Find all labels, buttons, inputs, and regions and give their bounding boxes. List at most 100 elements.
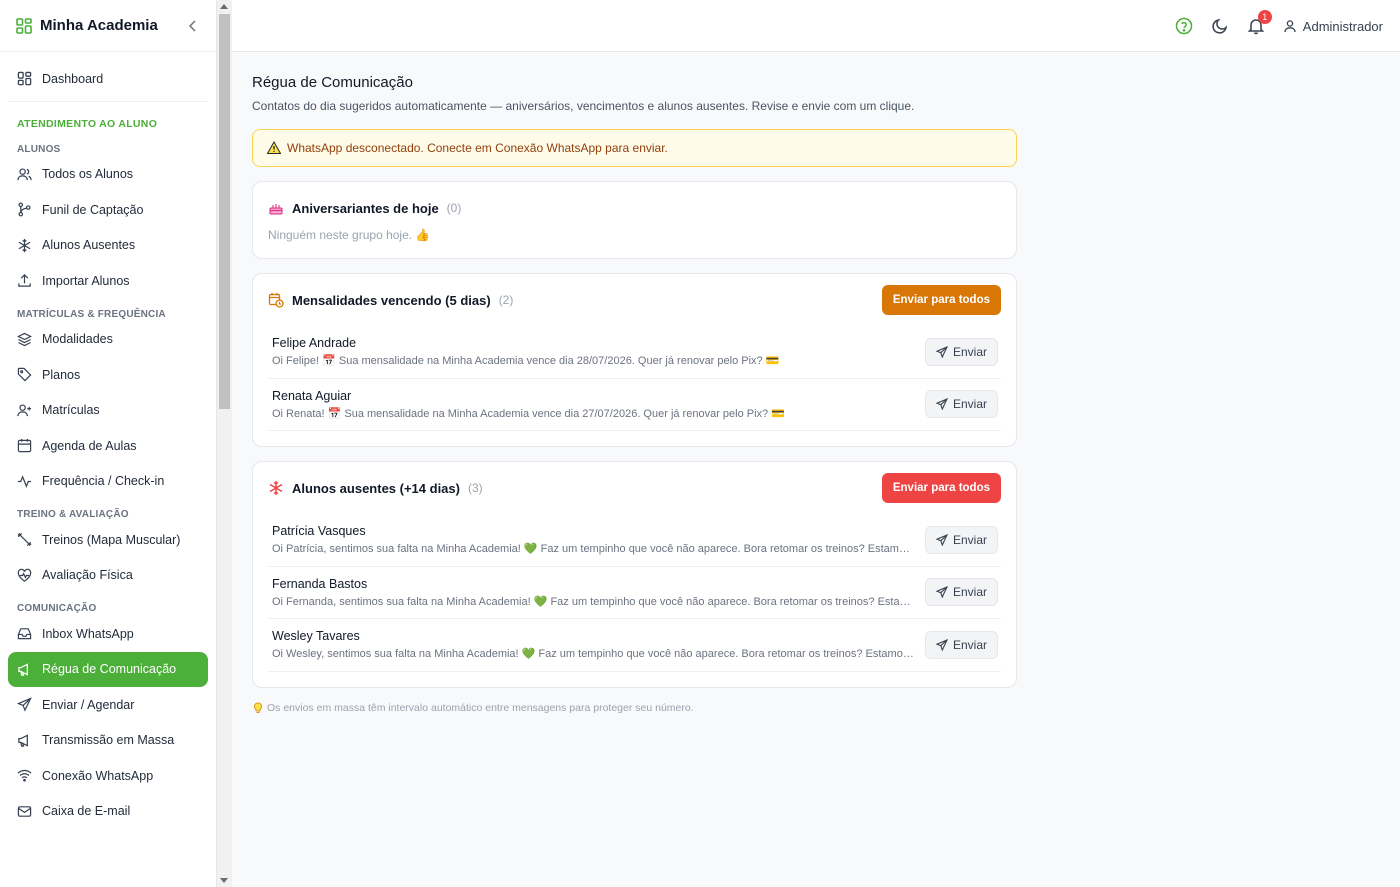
list-item: Wesley Tavares Oi Wesley, sentimos sua f… (268, 619, 1001, 672)
dues-list: Felipe Andrade Oi Felipe! 📅 Sua mensalid… (268, 326, 1001, 446)
sidebar-item-frequencia[interactable]: Frequência / Check-in (0, 464, 216, 500)
sidebar-item-label: Agenda de Aulas (42, 438, 137, 453)
lightbulb-icon (254, 702, 262, 713)
scrollbar-thumb[interactable] (219, 14, 230, 409)
send-label: Enviar (952, 585, 987, 600)
send-all-button[interactable]: Enviar para todos (881, 285, 1001, 315)
tag-icon (17, 368, 32, 382)
send-icon (935, 586, 948, 599)
sidebar-item-label: Todos os Alunos (42, 167, 134, 182)
sidebar-item-label: Matrículas (42, 403, 100, 418)
wifi-icon (17, 770, 32, 782)
card-count: (2) (498, 293, 514, 307)
calendar-clock-icon (268, 293, 284, 308)
sidebar-item-regua[interactable]: Régua de Comunicação (8, 651, 208, 687)
sidebar-item-label: Frequência / Check-in (42, 474, 165, 489)
help-circle-icon (1175, 17, 1193, 35)
sidebar-item-conexao[interactable]: Conexão WhatsApp (0, 758, 216, 794)
list-item: Renata Aguiar Oi Renata! 📅 Sua mensalida… (268, 379, 1001, 431)
help-button[interactable] (1175, 17, 1193, 35)
sidebar-item-treinos[interactable]: Treinos (Mapa Muscular) (0, 522, 216, 558)
send-icon (17, 697, 32, 712)
inbox-icon (17, 628, 32, 640)
send-button[interactable]: Enviar (924, 630, 998, 659)
sidebar-item-email[interactable]: Caixa de E-mail (0, 794, 216, 830)
snowflake-icon (269, 481, 283, 495)
card-header: Mensalidades vencendo (5 dias) (2) Envia… (268, 274, 1001, 326)
sidebar-item-enviar-agendar[interactable]: Enviar / Agendar (0, 687, 216, 723)
list-item: Felipe Andrade Oi Felipe! 📅 Sua mensalid… (268, 326, 1001, 379)
sidebar-item-label: Treinos (Mapa Muscular) (42, 532, 181, 547)
user-menu[interactable]: Administrador (1283, 19, 1383, 34)
sidebar-item-planos[interactable]: Planos (0, 357, 216, 393)
send-all-button[interactable]: Enviar para todos (881, 473, 1001, 503)
sidebar-item-label: Conexão WhatsApp (42, 768, 154, 783)
sidebar-section-heading: MATRÍCULAS & FREQUÊNCIA (17, 308, 166, 320)
send-label: Enviar (952, 532, 987, 547)
sidebar-item-importar[interactable]: Importar Alunos (0, 263, 216, 299)
app-title: Minha Academia (40, 17, 158, 34)
funnel-icon (18, 202, 31, 217)
scroll-down-arrow[interactable] (220, 878, 228, 883)
sidebar-item-avaliacao[interactable]: Avaliação Física (0, 558, 216, 594)
theme-toggle-button[interactable] (1211, 17, 1229, 35)
contact-name: Renata Aguiar (272, 388, 352, 403)
sidebar-item-label: Planos (42, 367, 81, 382)
card-title: Alunos ausentes (+14 dias) (292, 480, 460, 496)
sidebar-item-ausentes[interactable]: Alunos Ausentes (0, 228, 216, 264)
sidebar-item-inbox-whatsapp[interactable]: Inbox WhatsApp (0, 616, 216, 652)
sidebar-item-todos-alunos[interactable]: Todos os Alunos (0, 157, 216, 193)
sidebar-section-heading: TREINO & AVALIAÇÃO (17, 509, 129, 520)
grid-logo-icon (16, 17, 32, 34)
send-button[interactable]: Enviar (924, 390, 998, 419)
sidebar-item-dashboard[interactable]: Dashboard (0, 61, 216, 97)
upload-icon (18, 274, 31, 287)
chevron-left-icon[interactable] (186, 19, 200, 33)
user-icon (1284, 20, 1296, 33)
card-title: Mensalidades vencendo (5 dias) (292, 292, 491, 308)
sidebar: Minha Academia Dashboard ATENDIMENTO AO … (0, 0, 217, 887)
moon-icon (1212, 18, 1227, 34)
scroll-up-arrow[interactable] (220, 4, 228, 9)
sidebar-item-label: Funil de Captação (42, 202, 144, 217)
sidebar-item-label: Alunos Ausentes (42, 238, 136, 253)
message-preview: Oi Felipe! 📅 Sua mensalidade na Minha Ac… (272, 355, 780, 368)
dues-card: Mensalidades vencendo (5 dias) (2) Envia… (252, 273, 1017, 447)
sidebar-item-label: Enviar / Agendar (42, 697, 135, 712)
sidebar-item-label: Régua de Comunicação (42, 662, 177, 677)
message-preview: Oi Wesley, sentimos sua falta na Minha A… (272, 648, 915, 661)
message-preview: Oi Fernanda, sentimos sua falta na Minha… (272, 595, 915, 608)
notification-badge: 1 (1257, 10, 1272, 24)
card-header: Alunos ausentes (+14 dias) (3) Enviar pa… (268, 462, 1001, 514)
sidebar-item-matriculas[interactable]: Matrículas (0, 393, 216, 429)
sidebar-item-label: Avaliação Física (42, 568, 133, 583)
send-icon (935, 398, 948, 411)
sidebar-item-funil[interactable]: Funil de Captação (0, 192, 216, 228)
user-plus-icon (17, 404, 32, 416)
sidebar-scrollbar[interactable] (217, 0, 232, 887)
notifications-button[interactable]: 1 (1247, 10, 1272, 35)
sidebar-item-agenda[interactable]: Agenda de Aulas (0, 428, 216, 464)
page-subtitle: Contatos do dia sugeridos automaticament… (252, 99, 915, 113)
divider (8, 100, 208, 102)
sidebar-item-modalidades[interactable]: Modalidades (0, 322, 216, 358)
users-icon (17, 168, 32, 180)
message-preview: Oi Patrícia, sentimos sua falta na Minha… (272, 543, 915, 556)
send-button[interactable]: Enviar (924, 337, 998, 366)
megaphone-icon (18, 663, 28, 676)
absent-list: Patrícia Vasques Oi Patrícia, sentimos s… (268, 514, 1001, 687)
dumbbell-icon (17, 533, 32, 547)
list-item: Patrícia Vasques Oi Patrícia, sentimos s… (268, 514, 1001, 567)
send-button[interactable]: Enviar (924, 578, 998, 607)
activity-icon (17, 474, 32, 488)
send-label: Enviar (952, 344, 987, 359)
sidebar-item-transmissao[interactable]: Transmissão em Massa (0, 723, 216, 759)
sidebar-item-label: Dashboard (42, 71, 104, 86)
send-label: Enviar (952, 397, 987, 412)
send-button[interactable]: Enviar (924, 525, 998, 554)
cake-icon (269, 204, 283, 215)
absent-card: Alunos ausentes (+14 dias) (3) Enviar pa… (252, 461, 1017, 688)
warning-icon (267, 141, 281, 154)
main-content: Régua de Comunicação Contatos do dia sug… (252, 52, 1017, 714)
sidebar-brand: Minha Academia (0, 0, 216, 52)
